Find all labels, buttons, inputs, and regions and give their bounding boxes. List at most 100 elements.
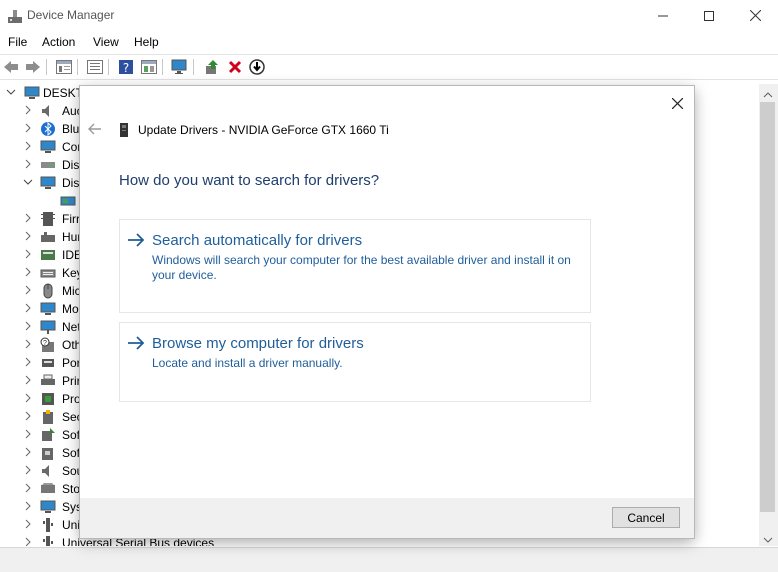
svg-text:?: ? xyxy=(43,340,47,347)
graphics-card-icon xyxy=(118,122,130,138)
tree-item-label: Pro xyxy=(62,392,81,406)
chevron-right-icon[interactable] xyxy=(23,159,33,171)
tree-item-label: IDE xyxy=(62,248,83,262)
console-icon[interactable] xyxy=(140,58,158,76)
chevron-down-icon[interactable] xyxy=(6,87,16,99)
chevron-right-icon[interactable] xyxy=(23,429,33,441)
close-button[interactable] xyxy=(732,0,778,31)
port-icon xyxy=(40,355,56,371)
toolbar: ? xyxy=(0,54,778,80)
option-title: Browse my computer for drivers xyxy=(152,335,364,352)
printer-icon xyxy=(40,373,56,389)
chevron-right-icon[interactable] xyxy=(23,357,33,369)
arrow-right-icon xyxy=(126,333,146,353)
chevron-right-icon[interactable] xyxy=(23,339,33,351)
device-manager-icon xyxy=(7,8,23,24)
menu-action[interactable]: Action xyxy=(42,35,75,49)
speaker-icon xyxy=(40,103,56,119)
software-component-icon xyxy=(40,427,56,443)
chevron-right-icon[interactable] xyxy=(23,447,33,459)
update-drivers-dialog: Update Drivers - NVIDIA GeForce GTX 1660… xyxy=(80,86,694,538)
chevron-right-icon[interactable] xyxy=(23,321,33,333)
cancel-button[interactable]: Cancel xyxy=(612,507,680,528)
dialog-close-button[interactable] xyxy=(666,92,688,114)
chevron-right-icon[interactable] xyxy=(23,465,33,477)
help-icon[interactable]: ? xyxy=(117,58,135,76)
chevron-right-icon[interactable] xyxy=(23,519,33,531)
uninstall-device-icon[interactable] xyxy=(226,58,244,76)
chevron-right-icon[interactable] xyxy=(23,393,33,405)
network-icon xyxy=(40,319,56,335)
chevron-right-icon[interactable] xyxy=(23,231,33,243)
tree-item-label: Uni xyxy=(62,518,81,532)
speaker-icon xyxy=(40,463,56,479)
firmware-icon xyxy=(40,211,56,227)
bluetooth-icon xyxy=(40,121,56,137)
tree-item-label: Por xyxy=(62,356,81,370)
tree-item-label: Firr xyxy=(62,212,80,226)
tree-item-label: Sof xyxy=(62,428,81,442)
maximize-button[interactable] xyxy=(686,0,732,31)
forward-arrow-icon[interactable] xyxy=(24,58,42,76)
option-description: Locate and install a driver manually. xyxy=(152,356,343,370)
chevron-right-icon[interactable] xyxy=(23,411,33,423)
chevron-right-icon[interactable] xyxy=(23,537,33,546)
chevron-right-icon[interactable] xyxy=(23,123,33,135)
tree-item-label: Oth xyxy=(62,338,82,352)
chevron-right-icon[interactable] xyxy=(23,375,33,387)
chevron-right-icon[interactable] xyxy=(23,285,33,297)
chevron-right-icon[interactable] xyxy=(23,267,33,279)
chevron-right-icon[interactable] xyxy=(23,303,33,315)
back-arrow-icon[interactable] xyxy=(2,58,20,76)
tree-item-label: Sof xyxy=(62,446,81,460)
storage-icon xyxy=(40,481,56,497)
download-icon[interactable] xyxy=(248,58,266,76)
chevron-right-icon[interactable] xyxy=(23,483,33,495)
menu-help[interactable]: Help xyxy=(134,35,159,49)
tree-item-label: Net xyxy=(62,320,81,334)
back-arrow-icon[interactable] xyxy=(88,122,106,138)
chevron-right-icon[interactable] xyxy=(23,501,33,513)
monitor-icon xyxy=(40,175,56,191)
tree-item-label: Disl xyxy=(62,158,82,172)
dialog-footer: Cancel xyxy=(80,498,694,538)
window-title: Device Manager xyxy=(27,8,115,22)
arrow-right-icon xyxy=(126,230,146,250)
properties-icon[interactable] xyxy=(55,58,73,76)
chevron-right-icon[interactable] xyxy=(23,213,33,225)
menu-view[interactable]: View xyxy=(93,35,119,49)
update-driver-icon[interactable] xyxy=(203,58,221,76)
chevron-right-icon[interactable] xyxy=(23,141,33,153)
processor-icon xyxy=(40,391,56,407)
system-icon xyxy=(40,499,56,515)
other-devices-icon: ? xyxy=(40,337,56,353)
tree-item-label: Mic xyxy=(62,284,81,298)
scrollbar-thumb[interactable] xyxy=(760,102,775,512)
tree-item-label: Hur xyxy=(62,230,82,244)
security-icon xyxy=(40,409,56,425)
chevron-right-icon[interactable] xyxy=(23,249,33,261)
dialog-title: Update Drivers - NVIDIA GeForce GTX 1660… xyxy=(138,123,389,137)
device-list-icon[interactable] xyxy=(86,58,104,76)
computer-icon xyxy=(24,85,40,101)
dialog-question: How do you want to search for drivers? xyxy=(119,172,380,189)
minimize-button[interactable] xyxy=(640,0,686,31)
scroll-down-icon[interactable] xyxy=(763,533,773,547)
tree-item-label: Sys xyxy=(62,500,83,514)
search-automatically-option[interactable]: Search automatically for drivers Windows… xyxy=(119,219,591,313)
software-device-icon xyxy=(40,445,56,461)
disk-drive-icon xyxy=(40,157,56,173)
tree-item-label: Cor xyxy=(62,140,82,154)
display-adapter-icon xyxy=(60,193,76,209)
tree-item-label: Sto xyxy=(62,482,81,496)
title-bar: Device Manager xyxy=(0,0,778,31)
option-title: Search automatically for drivers xyxy=(152,232,363,249)
chevron-right-icon[interactable] xyxy=(23,105,33,117)
scroll-up-icon[interactable] xyxy=(763,88,773,102)
browse-computer-option[interactable]: Browse my computer for drivers Locate an… xyxy=(119,322,591,402)
scan-hardware-icon[interactable] xyxy=(171,58,189,76)
chevron-down-icon[interactable] xyxy=(23,177,33,189)
hid-icon xyxy=(40,229,56,245)
mouse-icon xyxy=(40,283,56,299)
menu-file[interactable]: File xyxy=(8,35,27,49)
